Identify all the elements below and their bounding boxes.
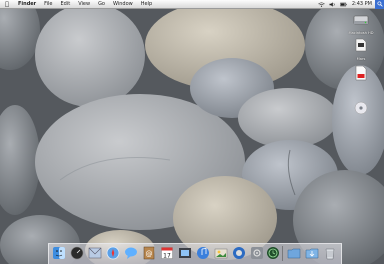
volume-icon[interactable]	[329, 1, 336, 7]
hard-drive-icon	[353, 15, 369, 25]
document-icon	[355, 38, 367, 52]
wifi-icon[interactable]	[318, 1, 325, 7]
menu-edit[interactable]: Edit	[57, 0, 75, 9]
preview-icon[interactable]	[178, 246, 192, 260]
itunes-icon[interactable]	[196, 246, 210, 260]
ichat-icon[interactable]	[124, 246, 138, 260]
menu-window[interactable]: Window	[109, 0, 137, 9]
battery-icon[interactable]	[340, 2, 347, 7]
system-preferences-icon[interactable]	[250, 246, 264, 260]
desktop-icon-pdf[interactable]	[339, 65, 383, 86]
desktop-icon-mars[interactable]: Mars	[339, 37, 383, 61]
spotlight-icon[interactable]	[375, 0, 384, 9]
dashboard-icon[interactable]	[70, 246, 84, 260]
downloads-icon[interactable]	[305, 246, 319, 260]
safari-icon[interactable]	[106, 246, 120, 260]
desktop-icon-disc[interactable]	[339, 100, 383, 120]
svg-text:@: @	[146, 250, 153, 258]
address-book-icon[interactable]: @	[142, 246, 156, 260]
desktop-wallpaper	[0, 0, 384, 264]
desktop-icon-macintosh-hd[interactable]: Macintosh HD	[339, 11, 383, 35]
menu-help[interactable]: Help	[137, 0, 156, 9]
desktop-icon-label: Macintosh HD	[348, 31, 374, 35]
pdf-document-icon	[355, 65, 367, 81]
dock-separator	[282, 246, 283, 261]
trash-icon[interactable]	[323, 246, 337, 260]
finder-icon[interactable]	[52, 246, 66, 260]
menu-extras: 2:43 PM	[316, 0, 384, 9]
menu-app-finder[interactable]: Finder	[14, 0, 40, 9]
menu-go[interactable]: Go	[94, 0, 109, 9]
svg-text:17: 17	[163, 253, 171, 260]
menu-bar:  Finder File Edit View Go Window Help 2…	[0, 0, 384, 9]
ical-icon[interactable]: 17	[160, 246, 174, 260]
desktop-icon-label: Mars	[356, 57, 366, 61]
iphoto-icon[interactable]	[214, 246, 228, 260]
network-folder-icon[interactable]	[287, 246, 301, 260]
menu-file[interactable]: File	[40, 0, 56, 9]
menu-view[interactable]: View	[74, 0, 94, 9]
mail-icon[interactable]	[88, 246, 102, 260]
imovie-icon[interactable]	[232, 246, 246, 260]
apple-menu-icon[interactable]: 	[0, 1, 14, 8]
time-machine-icon[interactable]	[266, 246, 280, 260]
disc-icon	[354, 101, 368, 115]
menubar-clock[interactable]: 2:43 PM	[349, 1, 375, 7]
